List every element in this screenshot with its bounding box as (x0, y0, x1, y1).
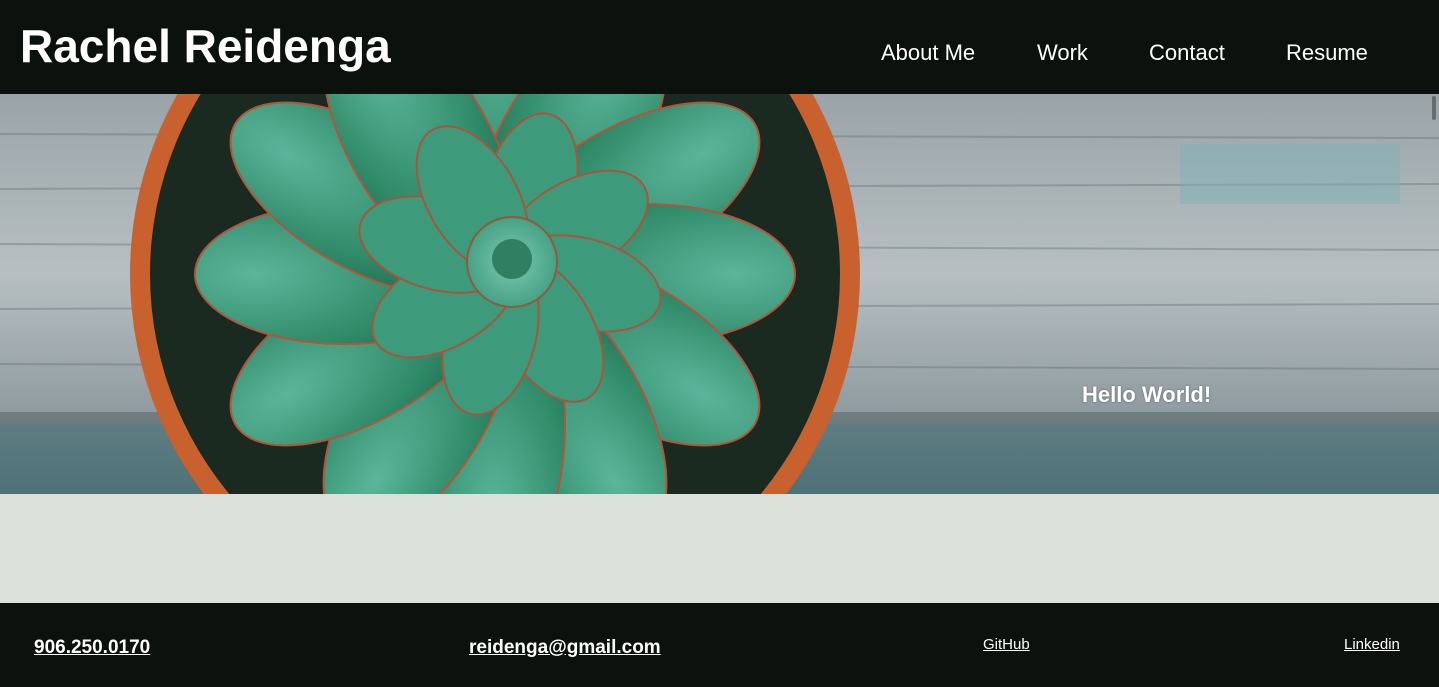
site-footer: 906.250.0170 reidenga@gmail.com GitHub L… (0, 603, 1439, 687)
site-header: Rachel Reidenga About Me Work Contact Re… (0, 0, 1439, 94)
nav-resume[interactable]: Resume (1286, 38, 1368, 68)
github-link[interactable]: GitHub (983, 635, 1030, 655)
nav-work[interactable]: Work (1037, 38, 1088, 68)
nav-about-me[interactable]: About Me (881, 38, 975, 68)
hero-banner: Hello World! (0, 94, 1439, 494)
site-title[interactable]: Rachel Reidenga (20, 18, 391, 74)
linkedin-link[interactable]: Linkedin (1344, 635, 1400, 655)
content-area (0, 494, 1439, 603)
nav-contact[interactable]: Contact (1149, 38, 1225, 68)
email-link[interactable]: reidenga@gmail.com (469, 636, 661, 660)
hero-image (0, 94, 1439, 494)
hero-heading: Hello World! (1082, 382, 1212, 407)
phone-link[interactable]: 906.250.0170 (34, 636, 150, 660)
scrollbar-thumb[interactable] (1432, 96, 1436, 120)
